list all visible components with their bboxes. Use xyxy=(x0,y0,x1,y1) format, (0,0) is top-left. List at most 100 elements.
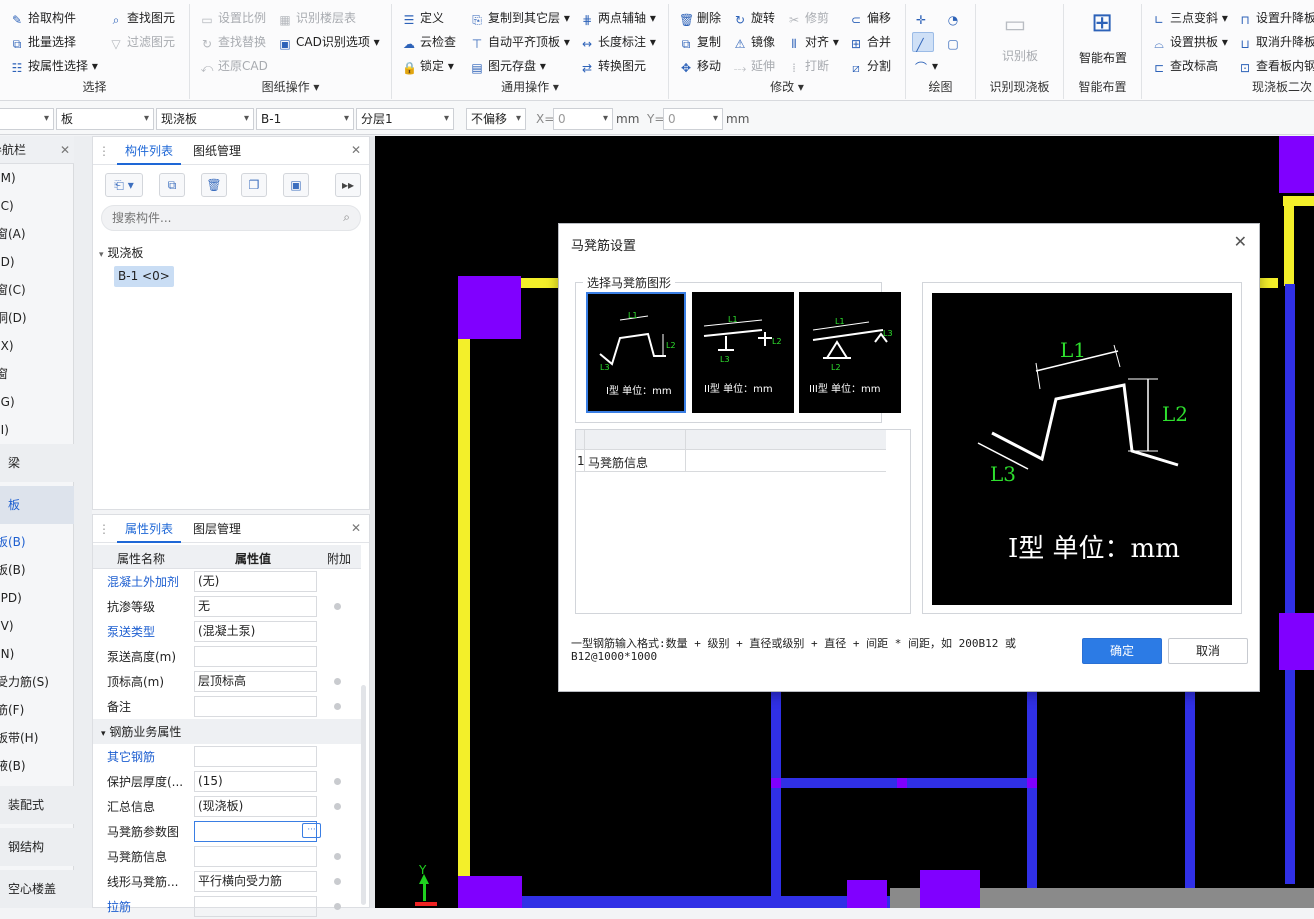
cancel-button[interactable]: 取消 xyxy=(1168,638,1248,664)
length-dimension-button[interactable]: ↔ 长度标注 ▾ xyxy=(580,32,656,52)
x-input[interactable]: 0 xyxy=(553,108,613,130)
shape-type-1-thumb[interactable]: L1 L2 L3 I型 单位：mm xyxy=(586,292,686,413)
shape-type-2-thumb[interactable]: L1 L2 L3 II型 单位：mm xyxy=(692,292,794,413)
property-value[interactable] xyxy=(194,696,317,717)
nav-item[interactable]: 窗(C) xyxy=(0,276,74,304)
pick-component-button[interactable]: ✎ 拾取构件 xyxy=(10,8,76,28)
tree-item-b1[interactable]: B-1 <0> xyxy=(114,266,174,287)
drag-handle-icon[interactable]: ⋮ xyxy=(98,144,110,158)
close-icon[interactable]: ✕ xyxy=(351,143,361,157)
nav-item[interactable]: (N) xyxy=(0,640,74,668)
property-value[interactable] xyxy=(194,896,317,917)
copy-component-button[interactable]: ⧉ xyxy=(159,173,185,197)
nav-item[interactable]: (PD) xyxy=(0,584,74,612)
cloud-check-button[interactable]: ☁ 云检查 xyxy=(402,32,456,52)
offset-select[interactable]: 不偏移 xyxy=(466,108,526,130)
group-toggle[interactable]: ▾ 钢筋业务属性 xyxy=(101,723,181,740)
select-by-attribute-button[interactable]: ☷ 按属性选择 ▾ xyxy=(10,56,98,76)
recognize-floor-table-button[interactable]: ▦ 识别楼层表 xyxy=(278,8,356,28)
splitter[interactable] xyxy=(74,136,92,908)
lock-button[interactable]: 🔒 锁定 ▾ xyxy=(402,56,454,76)
break-button[interactable]: ⁞ 打断 xyxy=(787,56,829,76)
property-value[interactable]: (15) xyxy=(194,771,317,792)
nav-item[interactable]: (M) xyxy=(0,164,74,192)
nav-item[interactable]: (X) xyxy=(0,332,74,360)
nav-item[interactable]: 板带(H) xyxy=(0,724,74,752)
tab-component-list[interactable]: 构件列表 xyxy=(117,137,182,165)
tab-property-list[interactable]: 属性列表 xyxy=(117,515,182,543)
rect-draw-button[interactable]: ▢ xyxy=(946,32,964,52)
property-value[interactable] xyxy=(194,846,317,867)
nav-item[interactable]: 板 xyxy=(0,486,74,524)
property-value[interactable]: (无) xyxy=(194,571,317,592)
recognize-slab-button[interactable]: 识别板 xyxy=(986,46,1054,66)
property-row[interactable]: 混凝土外加剂 (无) xyxy=(101,569,361,594)
filter-element-button[interactable]: ▽ 过滤图元 xyxy=(109,32,175,52)
property-value[interactable]: 平行横向受力筋 xyxy=(194,871,317,892)
property-row[interactable]: 线形马凳筋... 平行横向受力筋 xyxy=(101,869,361,894)
nav-item[interactable]: 洞(D) xyxy=(0,304,74,332)
component-select[interactable]: B-1 xyxy=(256,108,354,130)
nav-item[interactable]: 板(B) xyxy=(0,556,74,584)
property-row[interactable]: 拉筋 xyxy=(101,894,361,919)
view-slab-rebar-button[interactable]: ⊡ 查看板内钢 xyxy=(1238,56,1314,76)
close-icon[interactable]: ✕ xyxy=(351,521,361,535)
delete-button[interactable]: 🗑 删除 xyxy=(679,8,721,28)
trim-button[interactable]: ✂ 修剪 xyxy=(787,8,829,28)
set-scale-button[interactable]: ▭ 设置比例 xyxy=(200,8,266,28)
duplicate-component-button[interactable]: ❐ xyxy=(241,173,267,197)
copy-button[interactable]: ⧉ 复制 xyxy=(679,32,721,52)
ellipsis-button[interactable]: ··· xyxy=(302,823,321,838)
extend-button[interactable]: ⤏ 延伸 xyxy=(733,56,775,76)
nav-item[interactable]: (G) xyxy=(0,388,74,416)
point-draw-button[interactable]: ✛ xyxy=(914,8,932,28)
property-value[interactable]: 层顶标高 xyxy=(194,671,317,692)
save-element-button[interactable]: ▤ 图元存盘 ▾ xyxy=(470,56,546,76)
offset-button[interactable]: ⊂ 偏移 xyxy=(849,8,891,28)
property-row[interactable]: 顶标高(m) 层顶标高 xyxy=(101,669,361,694)
find-element-button[interactable]: ⌕ 查找图元 xyxy=(109,8,175,28)
table-row[interactable]: 1 马凳筋信息 xyxy=(576,451,886,472)
split-button[interactable]: ⧄ 分割 xyxy=(849,56,891,76)
new-component-button[interactable]: ⎗ ▾ xyxy=(105,173,143,197)
property-row[interactable]: 马凳筋信息 xyxy=(101,844,361,869)
scrollbar[interactable] xyxy=(361,685,366,905)
property-value[interactable]: (现浇板) xyxy=(194,796,317,817)
find-replace-button[interactable]: ↻ 查找替换 xyxy=(200,32,266,52)
extra-indicator[interactable] xyxy=(334,678,341,685)
drag-handle-icon[interactable]: ⋮ xyxy=(98,522,110,536)
define-button[interactable]: ☰ 定义 xyxy=(402,8,444,28)
tab-layer-management[interactable]: 图层管理 xyxy=(185,515,249,543)
property-row[interactable]: 汇总信息 (现浇板) xyxy=(101,794,361,819)
layer-select[interactable]: 分层1 xyxy=(356,108,454,130)
cad-options-button[interactable]: ▣ CAD识别选项 ▾ xyxy=(278,32,379,52)
more-button[interactable]: ▸▸ xyxy=(335,173,361,197)
property-row[interactable]: ▾ 钢筋业务属性 xyxy=(93,719,361,744)
tab-drawing-management[interactable]: 图纸管理 xyxy=(185,137,249,165)
auto-align-slab-button[interactable]: ⊤ 自动平齐顶板 ▾ xyxy=(470,32,570,52)
mirror-button[interactable]: ⚠ 镜像 xyxy=(733,32,775,52)
align-button[interactable]: ⫴ 对齐 ▾ xyxy=(787,32,838,52)
tree-root[interactable]: ▾ 现浇板 xyxy=(99,244,143,261)
close-icon[interactable]: ✕ xyxy=(60,136,70,163)
extra-indicator[interactable] xyxy=(334,803,341,810)
nav-item[interactable]: 筋(F) xyxy=(0,696,74,724)
component-search[interactable]: ⌕ xyxy=(101,205,361,231)
nav-item[interactable]: 钢结构 xyxy=(0,828,74,866)
three-point-slope-button[interactable]: ∟ 三点变斜 ▾ xyxy=(1152,8,1228,28)
nav-item[interactable]: 装配式 xyxy=(0,786,74,824)
move-button[interactable]: ✥ 移动 xyxy=(679,56,721,76)
line-draw-button[interactable]: ╱ xyxy=(912,32,934,52)
nav-item[interactable]: (C) xyxy=(0,192,74,220)
nav-item[interactable]: 腋(B) xyxy=(0,752,74,780)
rotate-button[interactable]: ↻ 旋转 xyxy=(733,8,775,28)
nav-item[interactable]: (V) xyxy=(0,612,74,640)
close-icon[interactable]: ✕ xyxy=(1234,232,1247,251)
set-lift-slab-button[interactable]: ⊓ 设置升降板 xyxy=(1238,8,1314,28)
property-row[interactable]: 泵送类型 (混凝土泵) xyxy=(101,619,361,644)
extra-indicator[interactable] xyxy=(334,853,341,860)
extra-indicator[interactable] xyxy=(334,703,341,710)
nav-item[interactable]: (I) xyxy=(0,416,74,444)
y-input[interactable]: 0 xyxy=(663,108,723,130)
nav-item[interactable]: 板(B) xyxy=(0,528,74,556)
